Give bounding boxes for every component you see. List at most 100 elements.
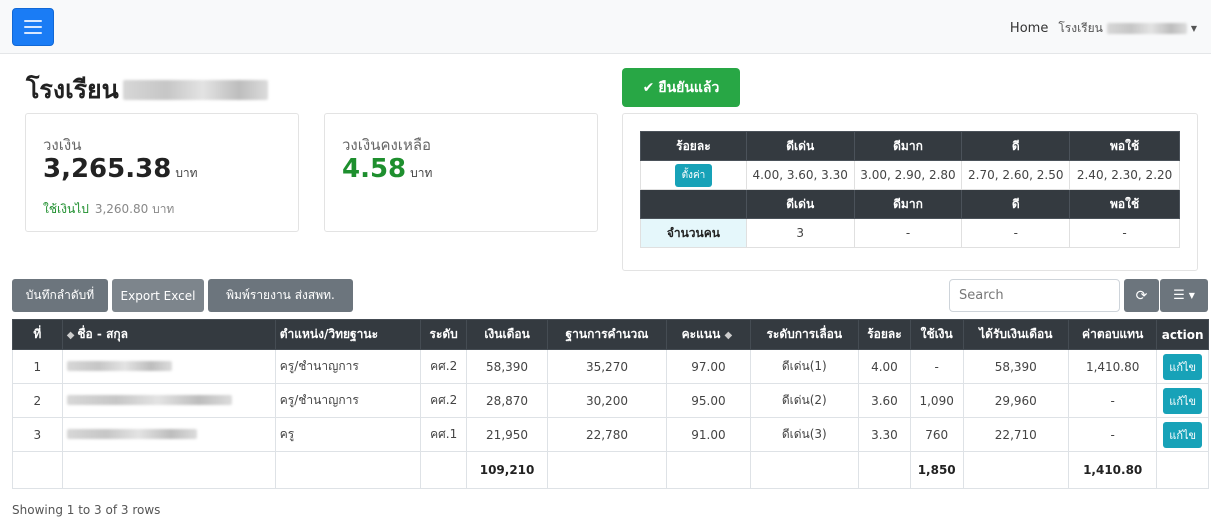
print-report-button[interactable]: พิมพ์รายงาน ส่งสพท. [208, 279, 353, 312]
redacted-name [66, 360, 172, 371]
confirmed-button[interactable]: ✔ ยืนยันแล้ว [622, 68, 740, 107]
pagination-info: Showing 1 to 3 of 3 rows [12, 503, 161, 517]
rate-cell: 3.00, 2.90, 2.80 [853, 160, 963, 190]
col-header-no[interactable]: ที่ [12, 319, 63, 350]
remaining-unit: บาท [410, 166, 433, 180]
edit-button[interactable]: แก้ไข [1163, 387, 1203, 414]
cell-percent: 4.00 [858, 349, 911, 384]
cell-level: คศ.2 [419, 349, 468, 384]
redacted-name [66, 428, 197, 439]
cell-percent: 3.30 [858, 417, 911, 452]
nav-school-dropdown[interactable]: โรงเรียน ▼ [1058, 19, 1197, 38]
col-header-action: action [1156, 319, 1209, 350]
rate-cell: 2.40, 2.30, 2.20 [1069, 160, 1180, 190]
criteria-header: ดี [961, 189, 1071, 219]
redacted-name [66, 394, 232, 405]
cell-compensation: - [1068, 417, 1158, 452]
cell-score: 97.00 [666, 349, 751, 384]
table-row: 1 ครู/ชำนาญการ คศ.2 58,390 35,270 97.00 … [12, 349, 1209, 384]
cell-score: 95.00 [666, 383, 751, 418]
redacted-school-name [1106, 23, 1187, 34]
criteria-table: ร้อยละ ดีเด่น ดีมาก ดี พอใช้ ตั้งค่า 4.0… [640, 131, 1180, 248]
budget-value: 3,265.38 [43, 154, 172, 184]
sort-icon: ◆ [66, 330, 75, 341]
cell-promotion: ดีเด่น(2) [749, 383, 860, 418]
criteria-header: ดี [961, 131, 1071, 161]
cell-used: 760 [909, 417, 964, 452]
criteria-header: ดีมาก [853, 189, 963, 219]
col-header-score[interactable]: คะแนน ◆ [666, 319, 751, 350]
criteria-header [640, 189, 747, 219]
cell-position: ครู/ชำนาญการ [274, 349, 421, 384]
cell-compensation: 1,410.80 [1068, 349, 1158, 384]
col-header-base[interactable]: ฐานการคำนวณ [546, 319, 668, 350]
totals-row: 109,210 1,850 1,410.80 [12, 451, 1209, 489]
col-header-compensation[interactable]: ค่าตอบแทน [1068, 319, 1158, 350]
cell-used: - [909, 349, 964, 384]
save-order-button[interactable]: บันทึกลำดับที่ [12, 279, 108, 312]
check-icon: ✔ [642, 79, 655, 96]
rate-cell: 2.70, 2.60, 2.50 [961, 160, 1071, 190]
col-header-percent[interactable]: ร้อยละ [858, 319, 911, 350]
cell-score: 91.00 [666, 417, 751, 452]
edit-button[interactable]: แก้ไข [1163, 353, 1203, 380]
cell-base: 35,270 [546, 349, 668, 384]
count-cell: - [853, 218, 963, 248]
cell-name [61, 349, 276, 384]
col-header-promotion[interactable]: ระดับการเลื่อน [749, 319, 860, 350]
criteria-panel: ร้อยละ ดีเด่น ดีมาก ดี พอใช้ ตั้งค่า 4.0… [622, 113, 1198, 271]
col-header-salary[interactable]: เงินเดือน [466, 319, 548, 350]
count-cell: - [961, 218, 1071, 248]
cell-no: 3 [12, 417, 63, 452]
count-label: จำนวนคน [640, 218, 747, 248]
cell-used: 1,090 [909, 383, 964, 418]
col-header-position[interactable]: ตำแหน่ง/วิทยฐานะ [274, 319, 421, 350]
columns-dropdown-button[interactable]: ☰ ▼ [1160, 279, 1208, 312]
caret-down-icon: ▼ [1188, 291, 1195, 300]
menu-toggle-button[interactable] [12, 8, 54, 46]
cell-promotion: ดีเด่น(1) [749, 349, 860, 384]
remaining-card: วงเงินคงเหลือ 4.58 บาท [324, 113, 598, 232]
remaining-value-row: 4.58 บาท [342, 154, 432, 184]
cell-new-salary: 29,960 [962, 383, 1070, 418]
export-excel-button[interactable]: Export Excel [112, 279, 204, 312]
cell-base: 22,780 [546, 417, 668, 452]
cell-salary: 28,870 [466, 383, 548, 418]
refresh-button[interactable]: ⟳ [1124, 279, 1159, 312]
criteria-header: ร้อยละ [640, 131, 747, 161]
cell-new-salary: 22,710 [962, 417, 1070, 452]
budget-value-row: 3,265.38 บาท [43, 154, 198, 184]
caret-down-icon: ▼ [1190, 24, 1197, 33]
budget-spent: ใช้เงินไป 3,260.80 บาท [43, 200, 174, 219]
table-header-row: ที่ ◆ ชื่อ - สกุล ตำแหน่ง/วิทยฐานะ ระดับ … [12, 319, 1209, 350]
cell-action: แก้ไข [1156, 383, 1209, 418]
columns-icon: ☰ [1173, 288, 1185, 303]
col-header-used[interactable]: ใช้เงิน [909, 319, 964, 350]
col-header-score-label: คะแนน [681, 327, 721, 341]
cell-salary: 58,390 [466, 349, 548, 384]
salary-table: ที่ ◆ ชื่อ - สกุล ตำแหน่ง/วิทยฐานะ ระดับ … [12, 319, 1209, 489]
cell-level: คศ.1 [419, 417, 468, 452]
edit-button[interactable]: แก้ไข [1163, 421, 1203, 448]
table-row: 3 ครู คศ.1 21,950 22,780 91.00 ดีเด่น(3)… [12, 417, 1209, 452]
criteria-header: ดีเด่น [745, 189, 855, 219]
col-header-level[interactable]: ระดับ [419, 319, 468, 350]
set-button[interactable]: ตั้งค่า [674, 163, 713, 187]
nav-home-link[interactable]: Home [1010, 21, 1048, 36]
page-title: โรงเรียน [26, 70, 268, 110]
col-header-new-salary[interactable]: ได้รับเงินเดือน [962, 319, 1070, 350]
budget-card: วงเงิน 3,265.38 บาท ใช้เงินไป 3,260.80 บาท [25, 113, 299, 232]
page-title-prefix: โรงเรียน [26, 75, 119, 104]
count-cell: 3 [745, 218, 855, 248]
search-input[interactable]: Search [949, 279, 1120, 312]
criteria-header: ดีเด่น [745, 131, 855, 161]
criteria-header-row: ร้อยละ ดีเด่น ดีมาก ดี พอใช้ [640, 131, 1180, 161]
total-salary: 109,210 [466, 451, 548, 489]
cell-position: ครู/ชำนาญการ [274, 383, 421, 418]
col-header-name[interactable]: ◆ ชื่อ - สกุล [61, 319, 276, 350]
cell-salary: 21,950 [466, 417, 548, 452]
total-used: 1,850 [909, 451, 964, 489]
spent-value: 3,260.80 บาท [94, 202, 175, 216]
cell-action: แก้ไข [1156, 349, 1209, 384]
table-row: 2 ครู/ชำนาญการ คศ.2 28,870 30,200 95.00 … [12, 383, 1209, 418]
